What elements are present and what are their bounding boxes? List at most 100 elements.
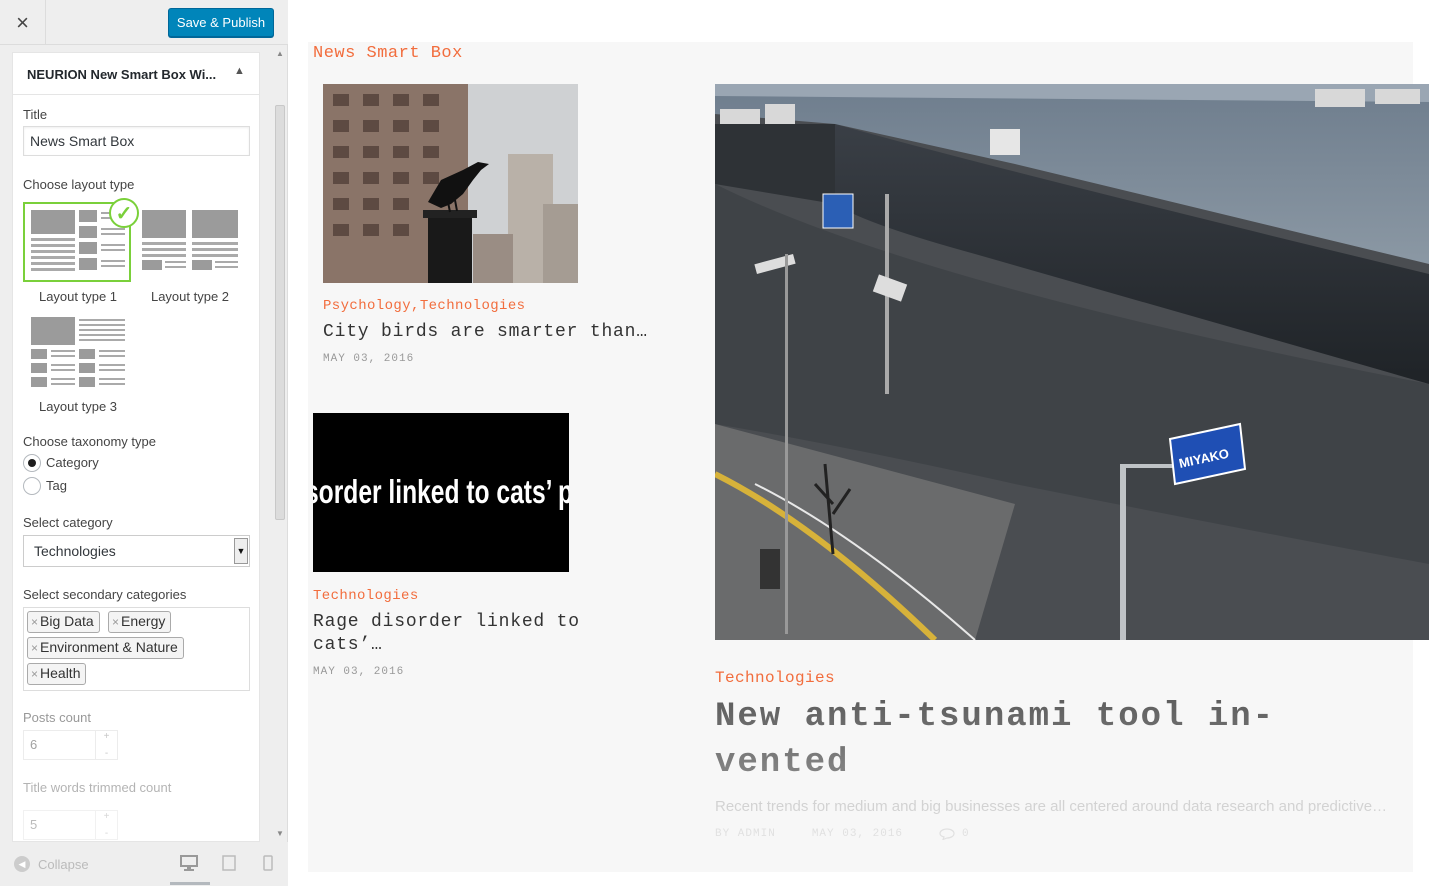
remove-tag-icon[interactable]: ×: [31, 667, 38, 681]
post-thumbnail-rage[interactable]: sorder linked to cats’ p: [313, 413, 569, 572]
post-1-title[interactable]: City birds are smarter than…: [323, 321, 648, 344]
category-link-technologies[interactable]: Technologies: [420, 298, 526, 314]
news-smart-box-widget: News Smart Box Psychology,Technologies C…: [308, 42, 1429, 872]
tag-big-data: × Big Data: [27, 611, 100, 633]
post-1-categories: Psychology,Technologies: [323, 298, 525, 314]
panel-scrollbar[interactable]: ▲ ▼: [272, 45, 288, 842]
scroll-down-icon[interactable]: ▼: [276, 829, 284, 838]
featured-post-image[interactable]: MIYAKO: [715, 84, 1429, 640]
layout-type-2-option[interactable]: [138, 202, 246, 282]
taxonomy-category-radio[interactable]: [23, 454, 41, 472]
chevron-down-icon[interactable]: ▼: [234, 538, 248, 564]
desktop-preview-icon[interactable]: [180, 854, 198, 872]
post-2-date: MAY 03, 2016: [313, 666, 405, 678]
widget-title: NEURION New Smart Box Wi...: [27, 67, 217, 82]
layout-3-preview-icon: [31, 317, 125, 387]
tsunami-photo: MIYAKO: [715, 84, 1429, 640]
category-separator: ,: [411, 298, 420, 314]
posts-count-stepper[interactable]: + -: [95, 731, 117, 759]
featured-post-excerpt: Recent trends for medium and big busines…: [715, 798, 1388, 815]
title-input[interactable]: News Smart Box: [23, 126, 250, 156]
layout-type-label: Choose layout type: [23, 177, 135, 192]
rage-banner-image: sorder linked to cats’ p: [313, 413, 569, 572]
close-button[interactable]: ×: [0, 0, 46, 45]
post-2-title-line-2[interactable]: cats’…: [313, 634, 383, 657]
section-title: News Smart Box: [313, 44, 463, 63]
post-1-date: MAY 03, 2016: [323, 353, 415, 365]
tag-label: Big Data: [40, 613, 94, 629]
tablet-preview-icon[interactable]: [220, 854, 238, 872]
selected-check-icon: ✓: [109, 198, 139, 228]
posts-count-value: 6: [30, 737, 38, 752]
featured-post-title-line-2: vented: [715, 744, 850, 782]
layout-type-3-label: Layout type 3: [38, 399, 118, 414]
category-link-psychology[interactable]: Psychology: [323, 298, 411, 314]
category-link-technologies[interactable]: Technologies: [313, 588, 419, 604]
title-words-trimmed-input[interactable]: 5 + -: [23, 810, 118, 840]
post-date: MAY 03, 2016: [811, 828, 904, 840]
layout-type-1-label: Layout type 1: [38, 289, 118, 304]
tag-health: × Health: [27, 663, 87, 685]
site-preview: News Smart Box Psychology,Technologies C…: [288, 0, 1433, 886]
layout-type-3-option[interactable]: [23, 311, 131, 391]
tag-energy: × Energy: [108, 611, 172, 633]
customizer-footer: ◀ Collapse: [0, 842, 288, 886]
svg-text:sorder linked to cats’ p: sorder linked to cats’ p: [313, 473, 569, 510]
comments-count-value: 0: [962, 828, 970, 840]
mobile-preview-icon[interactable]: [259, 854, 277, 872]
title-words-stepper[interactable]: + -: [95, 811, 117, 839]
posts-count-input[interactable]: 6 + -: [23, 730, 118, 760]
crow-photo: [323, 84, 578, 283]
scrollbar-thumb[interactable]: [275, 105, 285, 520]
scroll-up-icon[interactable]: ▲: [276, 49, 284, 58]
post-author[interactable]: BY ADMIN: [715, 828, 776, 840]
tag-label: Energy: [121, 613, 166, 629]
increment-icon[interactable]: +: [104, 731, 110, 742]
title-words-trimmed-label: Title words trimmed count: [23, 780, 172, 795]
save-publish-button[interactable]: Save & Publish: [168, 8, 274, 37]
tag-environment-nature: × Environment & Nature: [27, 637, 184, 659]
active-device-indicator: [170, 882, 210, 885]
collapse-icon: ◀: [14, 856, 30, 872]
decrement-icon[interactable]: -: [105, 828, 108, 839]
decrement-icon[interactable]: -: [105, 748, 108, 759]
layout-2-preview-icon: [142, 210, 238, 270]
taxonomy-tag-radio[interactable]: [23, 477, 41, 495]
close-icon: ×: [16, 9, 29, 35]
featured-post-title-line-1: New anti-tsunami tool in-: [715, 698, 1276, 736]
collapse-button[interactable]: ◀ Collapse: [14, 856, 89, 872]
taxonomy-tag-label: Tag: [46, 478, 67, 493]
secondary-categories-multiselect[interactable]: × Big Data × Energy × Environment & Nature …: [23, 607, 250, 691]
remove-tag-icon[interactable]: ×: [112, 615, 119, 629]
collapse-label: Collapse: [38, 856, 89, 872]
customizer-sidebar: × Save & Publish NEURION New Smart Box W…: [0, 0, 288, 886]
post-2-categories: Technologies: [313, 588, 419, 604]
featured-post-title[interactable]: New anti-tsunami tool in- vented: [715, 694, 1355, 786]
increment-icon[interactable]: +: [104, 811, 110, 822]
title-label: Title: [23, 107, 48, 122]
tag-label: Health: [40, 665, 81, 681]
secondary-categories-label: Select secondary categories: [23, 587, 187, 602]
tag-label: Environment & Nature: [40, 639, 178, 655]
widget-panel: NEURION New Smart Box Wi... ▲ Title News…: [12, 52, 260, 842]
title-words-value: 5: [30, 817, 38, 832]
category-select[interactable]: Technologies ▼: [23, 535, 250, 567]
post-thumbnail-crow[interactable]: [323, 84, 578, 283]
customizer-header: × Save & Publish: [0, 0, 288, 45]
remove-tag-icon[interactable]: ×: [31, 615, 38, 629]
post-2-title-line-1[interactable]: Rage disorder linked to: [313, 611, 580, 634]
comments-count[interactable]: 0: [939, 828, 970, 840]
category-link-technologies[interactable]: Technologies: [715, 669, 835, 687]
featured-post-category: Technologies: [715, 669, 835, 687]
category-select-value: Technologies: [34, 543, 116, 559]
select-category-label: Select category: [23, 515, 113, 530]
collapse-arrow-icon[interactable]: ▲: [234, 65, 245, 77]
widget-header[interactable]: NEURION New Smart Box Wi... ▲: [13, 53, 259, 95]
layout-type-2-label: Layout type 2: [150, 289, 230, 304]
taxonomy-type-label: Choose taxonomy type: [23, 434, 156, 449]
remove-tag-icon[interactable]: ×: [31, 641, 38, 655]
featured-post-meta: BY ADMIN MAY 03, 2016 0: [715, 828, 970, 840]
comment-icon: [939, 828, 955, 840]
layout-type-1-option[interactable]: ✓: [23, 198, 139, 282]
posts-count-label: Posts count: [23, 710, 91, 725]
